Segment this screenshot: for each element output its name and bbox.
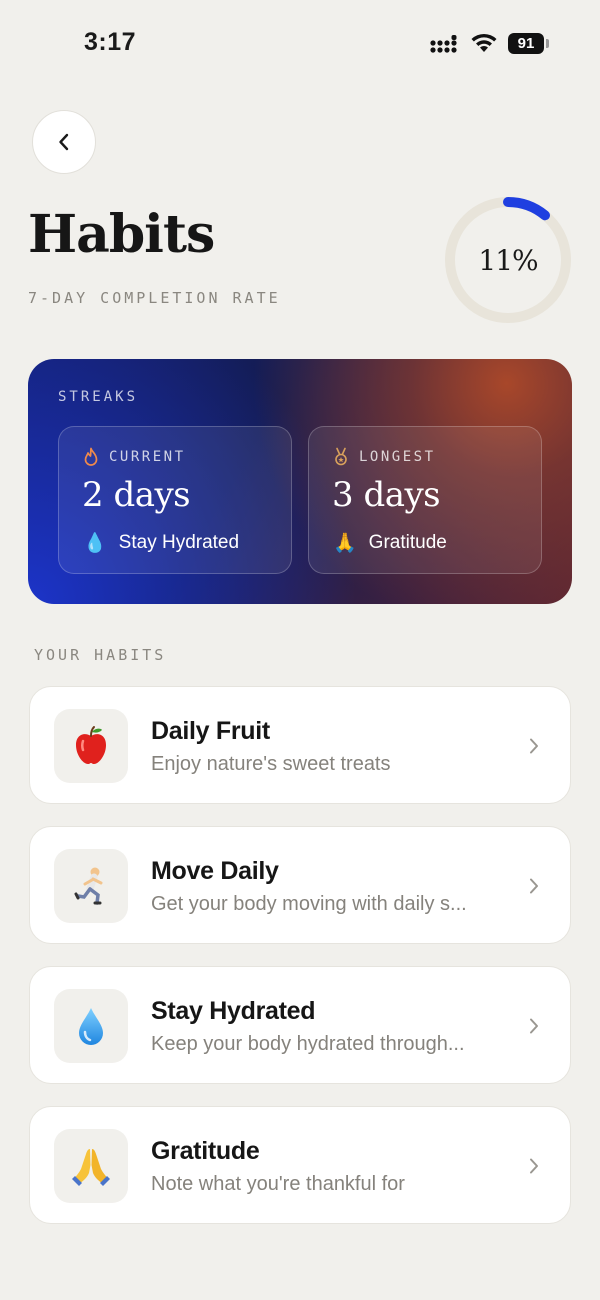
current-streak-box: CURRENT 2 days 💧 Stay Hydrated xyxy=(58,426,292,574)
longest-streak-box: LONGEST 3 days 🙏 Gratitude xyxy=(308,426,542,574)
praying-hands-icon xyxy=(72,1149,110,1186)
current-streak-value: 2 days xyxy=(82,475,191,515)
habit-description: Get your body moving with daily s... xyxy=(151,893,467,915)
current-streak-label: CURRENT xyxy=(109,449,186,465)
droplet-icon xyxy=(79,1008,103,1045)
longest-streak-value: 3 days xyxy=(332,475,441,515)
habit-name: Gratitude xyxy=(151,1137,260,1165)
completion-percent: 11% xyxy=(478,243,538,277)
habit-description: Enjoy nature's sweet treats xyxy=(151,753,391,775)
habit-description: Note what you're thankful for xyxy=(151,1173,405,1195)
habit-card-gratitude[interactable]: Gratitude Note what you're thankful for xyxy=(29,1106,571,1224)
flame-icon xyxy=(84,447,98,466)
habit-description: Keep your body hydrated through... xyxy=(151,1033,465,1055)
streaks-card: STREAKS CURRENT 2 days 💧 Stay Hydrated L… xyxy=(28,359,572,604)
longest-streak-habit-name: Gratitude xyxy=(368,531,447,553)
runner-icon xyxy=(74,867,103,905)
chevron-right-icon xyxy=(530,1158,538,1174)
habit-icon-box xyxy=(54,709,128,783)
praying-hands-icon: 🙏 xyxy=(333,532,357,554)
habit-icon-box xyxy=(54,1129,128,1203)
habit-icon-box xyxy=(54,849,128,923)
battery-icon: 91 xyxy=(508,33,544,54)
battery-tip xyxy=(546,39,549,48)
completion-rate-label: 7-DAY COMPLETION RATE xyxy=(28,289,281,307)
signal-icon xyxy=(430,35,457,53)
status-bar: 3:17 91 xyxy=(0,0,600,90)
your-habits-label: YOUR HABITS xyxy=(34,646,167,664)
streaks-label: STREAKS xyxy=(58,389,139,405)
longest-streak-header: LONGEST xyxy=(333,447,436,467)
chevron-left-icon xyxy=(59,133,69,151)
apple-icon xyxy=(76,726,106,764)
status-time: 3:17 xyxy=(84,28,137,56)
habit-name: Daily Fruit xyxy=(151,717,270,745)
droplet-icon: 💧 xyxy=(83,532,107,554)
back-button[interactable] xyxy=(32,110,96,174)
habit-name: Move Daily xyxy=(151,857,279,885)
habit-card-stay-hydrated[interactable]: Stay Hydrated Keep your body hydrated th… xyxy=(29,966,571,1084)
chevron-right-icon xyxy=(530,1018,538,1034)
habit-name: Stay Hydrated xyxy=(151,997,316,1025)
chevron-right-icon xyxy=(530,878,538,894)
longest-streak-label: LONGEST xyxy=(359,449,436,465)
habit-card-daily-fruit[interactable]: Daily Fruit Enjoy nature's sweet treats xyxy=(29,686,571,804)
current-streak-header: CURRENT xyxy=(83,447,186,467)
current-streak-habit: 💧 Stay Hydrated xyxy=(83,531,240,555)
page-title: Habits xyxy=(28,204,215,265)
longest-streak-habit: 🙏 Gratitude xyxy=(333,531,447,555)
habit-icon-box xyxy=(54,989,128,1063)
habit-card-move-daily[interactable]: Move Daily Get your body moving with dai… xyxy=(29,826,571,944)
medal-icon xyxy=(335,447,347,466)
chevron-right-icon xyxy=(530,738,538,754)
wifi-icon xyxy=(471,33,497,52)
current-streak-habit-name: Stay Hydrated xyxy=(118,531,240,553)
